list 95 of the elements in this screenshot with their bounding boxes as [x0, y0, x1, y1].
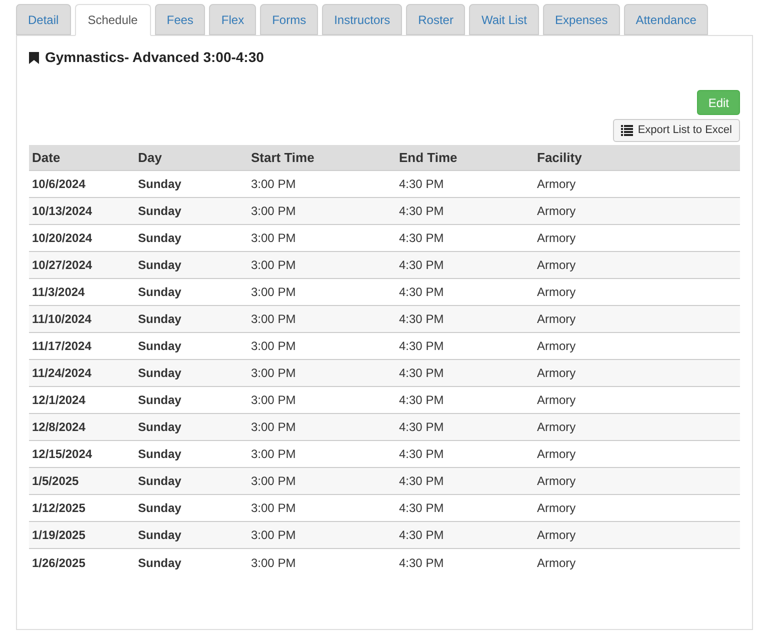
- tab[interactable]: Roster: [406, 4, 466, 35]
- table-cell: Sunday: [138, 285, 182, 300]
- tab[interactable]: Forms: [260, 4, 318, 35]
- table-cell: 3:00 PM: [251, 285, 296, 300]
- tab[interactable]: Fees: [154, 4, 206, 35]
- table-cell: Sunday: [138, 501, 182, 516]
- table-cell: 3:00 PM: [251, 339, 296, 354]
- table-cell: 4:30 PM: [399, 447, 444, 462]
- table-cell: 12/15/2024: [32, 447, 92, 462]
- table-cell: Sunday: [138, 204, 182, 218]
- table-cell: 1/12/2025: [32, 501, 86, 516]
- table-cell: 3:00 PM: [251, 501, 296, 516]
- table-cell: 12/8/2024: [32, 420, 86, 434]
- table-cell: Sunday: [138, 447, 182, 462]
- column-header: Facility: [537, 150, 582, 165]
- table-cell: 11/17/2024: [32, 339, 92, 354]
- tab[interactable]: Wait List: [469, 4, 540, 35]
- table-cell: Armory: [537, 285, 576, 300]
- table-cell: 4:30 PM: [399, 393, 444, 408]
- bookmark-icon: [29, 52, 39, 64]
- table-cell: 4:30 PM: [399, 285, 444, 300]
- tab[interactable]: Detail: [16, 4, 71, 35]
- table-cell: Sunday: [138, 474, 182, 488]
- table-cell: 3:00 PM: [251, 231, 296, 246]
- table-cell: 4:30 PM: [399, 258, 444, 272]
- table-cell: Sunday: [138, 528, 182, 542]
- table-cell: 3:00 PM: [251, 177, 296, 192]
- table-cell: Armory: [537, 366, 576, 380]
- table-cell: Sunday: [138, 393, 182, 408]
- table-cell: Armory: [537, 393, 576, 408]
- schedule-title: Gymnastics- Advanced 3:00-4:30: [45, 48, 264, 67]
- column-header: Date: [32, 150, 60, 165]
- table-cell: 4:30 PM: [399, 312, 444, 326]
- table-cell: Armory: [537, 312, 576, 326]
- table-cell: 4:30 PM: [399, 177, 444, 192]
- table-cell: 1/26/2025: [32, 556, 86, 570]
- table-cell: 3:00 PM: [251, 528, 296, 542]
- table-cell: 10/13/2024: [32, 204, 92, 218]
- table-cell: 11/10/2024: [32, 312, 92, 326]
- table-cell: Armory: [537, 339, 576, 354]
- table-cell: 11/24/2024: [32, 366, 92, 380]
- table-cell: 4:30 PM: [399, 420, 444, 434]
- tab[interactable]: Attendance: [624, 4, 708, 35]
- table-cell: Sunday: [138, 556, 182, 570]
- table-cell: 4:30 PM: [399, 501, 444, 516]
- export-button[interactable]: Export List to Excel: [612, 119, 740, 142]
- table-cell: Sunday: [138, 258, 182, 272]
- table-cell: 1/5/2025: [32, 474, 79, 488]
- column-header: Start Time: [251, 150, 314, 165]
- table-cell: 4:30 PM: [399, 474, 444, 488]
- table-cell: Sunday: [138, 420, 182, 434]
- table-cell: Armory: [537, 231, 576, 246]
- table-cell: Sunday: [138, 366, 182, 380]
- table-cell: Sunday: [138, 339, 182, 354]
- table-cell: 3:00 PM: [251, 312, 296, 326]
- table-cell: 3:00 PM: [251, 474, 296, 488]
- table-cell: 4:30 PM: [399, 339, 444, 354]
- table-cell: 10/27/2024: [32, 258, 92, 272]
- table-cell: Armory: [537, 528, 576, 542]
- table-cell: 3:00 PM: [251, 204, 296, 218]
- table-cell: Armory: [537, 474, 576, 488]
- table-cell: 4:30 PM: [399, 204, 444, 218]
- table-cell: Armory: [537, 556, 576, 570]
- table-cell: 3:00 PM: [251, 447, 296, 462]
- edit-button[interactable]: Edit: [697, 90, 740, 115]
- table-cell: Armory: [537, 420, 576, 434]
- table-cell: 10/6/2024: [32, 177, 86, 192]
- table-cell: 4:30 PM: [399, 528, 444, 542]
- table-cell: Armory: [537, 177, 576, 192]
- table-cell: 3:00 PM: [251, 258, 296, 272]
- table-cell: Armory: [537, 447, 576, 462]
- table-cell: 1/19/2025: [32, 528, 86, 542]
- table-cell: 3:00 PM: [251, 556, 296, 570]
- table-cell: 4:30 PM: [399, 231, 444, 246]
- table-cell: 4:30 PM: [399, 366, 444, 380]
- table-cell: 11/3/2024: [32, 285, 85, 300]
- table-cell: Armory: [537, 258, 576, 272]
- table-cell: 4:30 PM: [399, 556, 444, 570]
- table-cell: Sunday: [138, 231, 182, 246]
- table-cell: 3:00 PM: [251, 393, 296, 408]
- tab[interactable]: Expenses: [543, 4, 620, 35]
- table-cell: Armory: [537, 501, 576, 516]
- tab[interactable]: Flex: [209, 4, 256, 35]
- table-cell: Armory: [537, 204, 576, 218]
- table-cell: 3:00 PM: [251, 420, 296, 434]
- column-header: Day: [138, 150, 162, 165]
- table-cell: 3:00 PM: [251, 366, 296, 380]
- table-cell: 12/1/2024: [32, 393, 86, 408]
- column-header: End Time: [399, 150, 458, 165]
- table-cell: Sunday: [138, 177, 182, 192]
- tab[interactable]: Instructors: [322, 4, 402, 35]
- tab[interactable]: Schedule: [74, 4, 151, 36]
- list-icon: [620, 125, 633, 136]
- table-cell: Sunday: [138, 312, 182, 326]
- table-cell: 10/20/2024: [32, 231, 92, 246]
